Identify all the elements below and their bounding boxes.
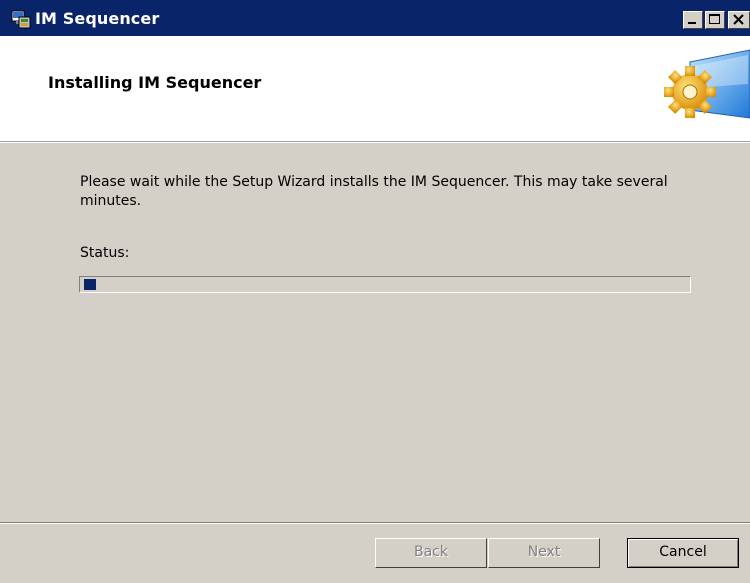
footer-divider-highlight: [0, 523, 750, 524]
close-icon: [733, 14, 744, 25]
close-button[interactable]: [728, 11, 750, 29]
cancel-button[interactable]: Cancel: [627, 538, 739, 568]
minimize-button[interactable]: [683, 11, 703, 29]
progress-track: [82, 279, 688, 290]
gear-screen-icon: [664, 49, 750, 119]
maximize-button[interactable]: [705, 11, 725, 29]
setup-wizard-window: IM Sequencer Installing IM Sequencer Ple…: [0, 0, 750, 583]
install-description: Please wait while the Setup Wizard insta…: [80, 174, 668, 209]
status-label: Status:: [80, 245, 130, 261]
minimize-icon: [688, 22, 696, 24]
page-title: Installing IM Sequencer: [48, 73, 262, 92]
next-button[interactable]: Next: [488, 538, 600, 568]
title-bar[interactable]: IM Sequencer: [0, 0, 750, 36]
maximize-icon: [709, 14, 720, 24]
setup-wizard-icon: [11, 10, 31, 29]
window-title: IM Sequencer: [35, 9, 160, 28]
progress-fill: [84, 279, 96, 290]
install-progress-bar: [79, 276, 691, 293]
back-button[interactable]: Back: [375, 538, 487, 568]
header-banner: Installing IM Sequencer: [0, 36, 750, 142]
banner-divider: [0, 142, 750, 143]
